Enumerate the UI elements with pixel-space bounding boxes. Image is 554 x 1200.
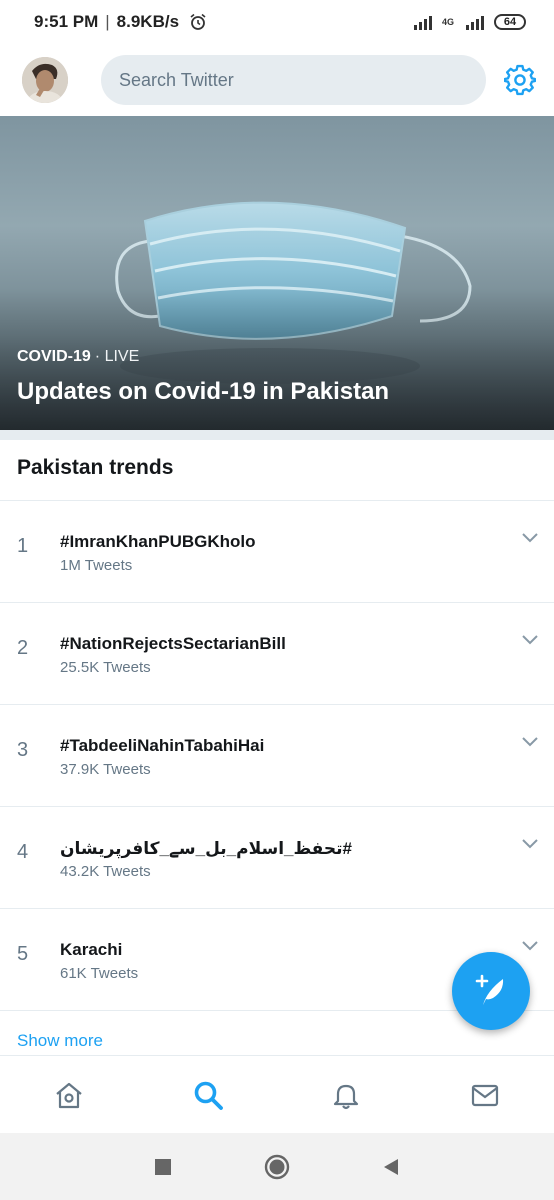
chevron-down-icon[interactable] [520,633,540,647]
trend-count: 61K Tweets [60,965,139,982]
nav-messages[interactable] [455,1065,515,1125]
alarm-icon [190,13,206,30]
trend-rank: 3 [17,739,29,761]
bottom-nav [0,1055,554,1133]
trend-count: 25.5K Tweets [60,659,151,676]
status-separator: | [105,12,110,31]
trend-name: #ImranKhanPUBGKholo [60,532,256,551]
recent-apps-button[interactable] [148,1152,178,1182]
nav-home[interactable] [39,1065,99,1125]
hero-meta: COVID-19 · LIVE [17,348,139,366]
trend-count: 43.2K Tweets [60,863,151,880]
trend-name: Karachi [60,940,123,959]
hero-category: COVID-19 [17,348,91,365]
avatar[interactable] [22,57,68,103]
status-net-speed: 8.9KB/s [116,12,180,31]
trend-rank: 1 [17,535,29,557]
compose-feather-icon [475,974,504,1005]
search-input[interactable] [101,55,487,105]
status-left: 9:51 PM | 8.9KB/s [34,12,207,32]
hero-title: Updates on Covid-19 in Pakistan [17,378,390,405]
status-time: 9:51 PM [34,12,99,31]
trend-item[interactable]: 1 #ImranKhanPUBGKholo 1M Tweets [0,501,554,603]
status-right: 4G 64 [413,14,526,30]
nav-notifications[interactable] [316,1065,376,1125]
trends-list: 1 #ImranKhanPUBGKholo 1M Tweets 2 #Natio… [0,501,554,1011]
hero-banner[interactable]: COVID-19 · LIVE Updates on Covid-19 in P… [0,116,554,430]
square-icon [155,1158,171,1175]
trend-name: #تحفظ_اسلام_بل_سے_کافرپریشان [60,839,353,858]
chevron-down-icon[interactable] [520,939,540,953]
chevron-down-icon[interactable] [520,735,540,749]
gear-icon[interactable] [504,64,536,96]
nav-search[interactable] [178,1065,238,1125]
back-button[interactable] [376,1152,406,1182]
compose-tweet-button[interactable] [452,952,530,1030]
trend-item[interactable]: 3 #TabdeeliNahinTabahiHai 37.9K Tweets [0,705,554,807]
trend-rank: 2 [17,637,29,659]
trend-name: #TabdeeliNahinTabahiHai [60,736,265,755]
chevron-down-icon[interactable] [520,531,540,545]
trend-rank: 4 [17,841,29,863]
system-nav-bar [0,1133,554,1200]
network-type: 4G [441,16,454,27]
trend-item[interactable]: 4 #تحفظ_اسلام_بل_سے_کافرپریشان 43.2K Twe… [0,807,554,909]
mail-icon [471,1084,498,1106]
home-system-button[interactable] [262,1152,292,1182]
home-icon [56,1082,82,1108]
section-divider [0,430,554,440]
signal-bars-2-icon [466,14,484,30]
show-more-link[interactable]: Show more [17,1031,103,1051]
chevron-down-icon[interactable] [520,837,540,851]
trend-rank: 5 [17,943,29,965]
signal-bars-icon [413,14,432,30]
battery-indicator: 64 [494,14,526,30]
status-bar: 9:51 PM | 8.9KB/s 4G 64 [0,0,554,44]
trends-heading: Pakistan trends [17,456,174,479]
circle-icon [264,1154,290,1179]
trend-item[interactable]: 2 #NationRejectsSectarianBill 25.5K Twee… [0,603,554,705]
search-icon [194,1081,223,1110]
trend-count: 1M Tweets [60,557,133,574]
hero-live-label: · LIVE [94,348,140,365]
trend-name: #NationRejectsSectarianBill [60,634,286,653]
bell-icon [334,1084,359,1109]
profile-avatar-image [22,57,68,103]
trend-count: 37.9K Tweets [60,761,151,778]
top-header [0,44,554,116]
back-triangle-icon [384,1158,398,1175]
